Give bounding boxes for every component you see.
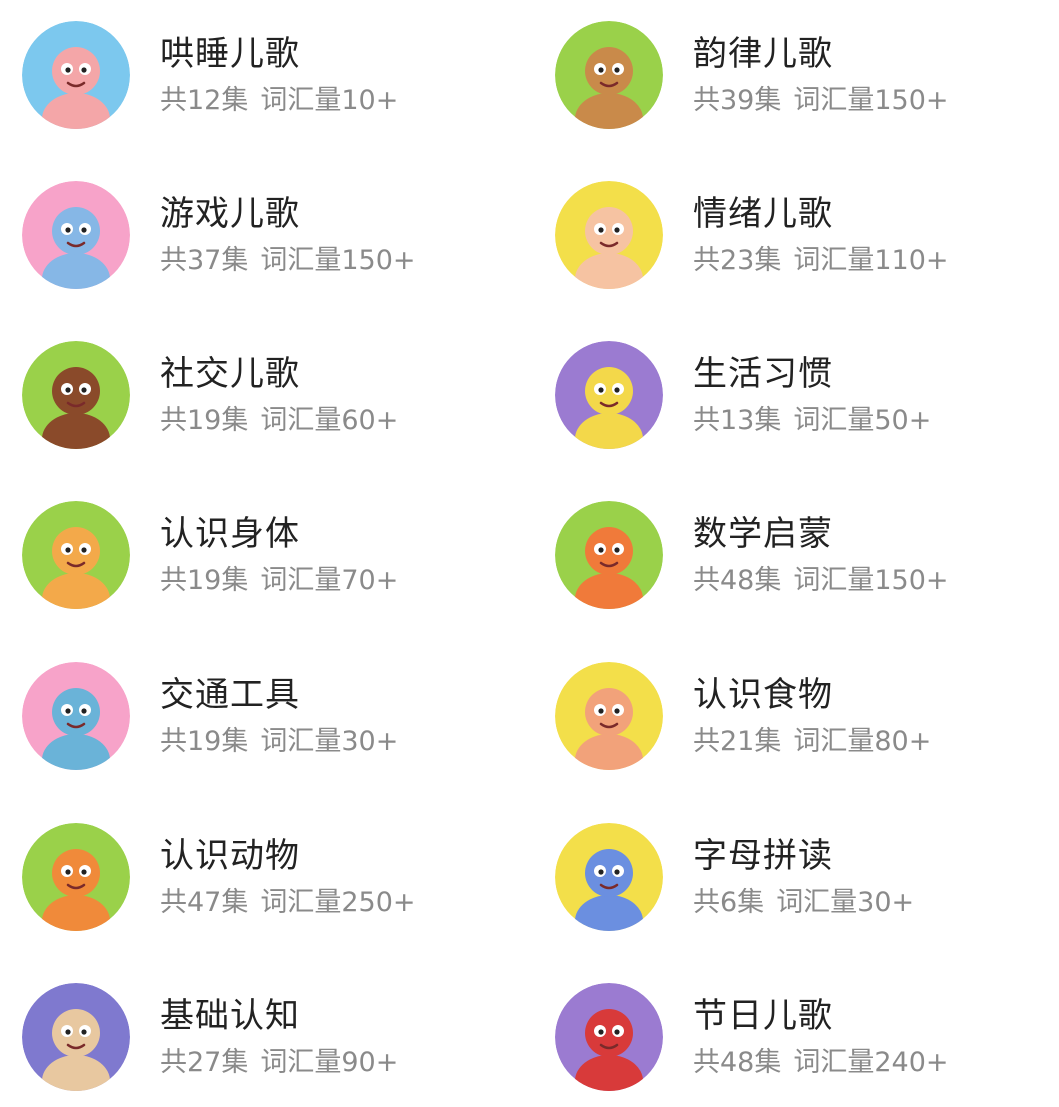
category-meta: 共21集 词汇量80+ [693, 725, 931, 759]
category-meta: 共19集 词汇量60+ [160, 404, 398, 438]
category-meta: 共39集 词汇量150+ [693, 84, 949, 118]
vocab-count: 词汇量60+ [260, 405, 399, 436]
vocab-count: 词汇量250+ [260, 887, 416, 918]
category-meta: 共12集 词汇量10+ [160, 84, 398, 118]
category-info: 哄睡儿歌 共12集 词汇量10+ [160, 32, 398, 118]
category-title: 哄睡儿歌 [160, 34, 300, 74]
category-meta: 共47集 词汇量250+ [160, 886, 416, 920]
category-title: 认识食物 [693, 675, 833, 715]
category-meta: 共48集 词汇量240+ [693, 1046, 949, 1080]
category-info: 交通工具 共19集 词汇量30+ [160, 673, 398, 759]
cat-violin-icon [22, 21, 130, 129]
category-title: 认识动物 [160, 836, 300, 876]
vocab-count: 词汇量80+ [793, 726, 932, 757]
girl-icecream-icon [555, 662, 663, 770]
category-title: 游戏儿歌 [160, 194, 300, 234]
vocab-count: 词汇量150+ [793, 565, 949, 596]
category-info: 认识食物 共21集 词汇量80+ [693, 673, 931, 759]
vocab-count: 词汇量150+ [260, 245, 416, 276]
category-title: 字母拼读 [693, 836, 833, 876]
episode-count: 共12集 [160, 85, 249, 116]
category-card-1[interactable]: 哄睡儿歌 共12集 词汇量10+ [22, 10, 522, 140]
episode-count: 共27集 [160, 1047, 249, 1078]
episode-count: 共23集 [693, 245, 782, 276]
category-card-4[interactable]: 情绪儿歌 共23集 词汇量110+ [555, 170, 1055, 300]
fox-icon [22, 501, 130, 609]
category-meta: 共13集 词汇量50+ [693, 404, 931, 438]
vocab-count: 词汇量30+ [260, 726, 399, 757]
vocab-count: 词汇量70+ [260, 565, 399, 596]
category-meta: 共37集 词汇量150+ [160, 244, 416, 278]
category-info: 情绪儿歌 共23集 词汇量110+ [693, 192, 949, 278]
cyclist-icon [22, 662, 130, 770]
category-info: 认识身体 共19集 词汇量70+ [160, 512, 398, 598]
category-title: 数学启蒙 [693, 514, 833, 554]
category-card-14[interactable]: 节日儿歌 共48集 词汇量240+ [555, 972, 1055, 1102]
category-meta: 共19集 词汇量30+ [160, 725, 398, 759]
category-grid: 哄睡儿歌 共12集 词汇量10+ 韵律儿歌 共39集 词汇量150+ 游戏儿歌 … [0, 0, 1059, 1107]
category-meta: 共19集 词汇量70+ [160, 564, 398, 598]
numbers-kid-icon [555, 501, 663, 609]
category-info: 认识动物 共47集 词汇量250+ [160, 834, 416, 920]
category-info: 基础认知 共27集 词汇量90+ [160, 994, 398, 1080]
category-card-10[interactable]: 认识食物 共21集 词汇量80+ [555, 651, 1055, 781]
category-title: 情绪儿歌 [693, 194, 833, 234]
category-info: 字母拼读 共6集 词汇量30+ [693, 834, 914, 920]
elephant-icon [22, 181, 130, 289]
episode-count: 共6集 [693, 887, 765, 918]
episode-count: 共48集 [693, 1047, 782, 1078]
category-info: 节日儿歌 共48集 词汇量240+ [693, 994, 949, 1080]
category-meta: 共27集 词汇量90+ [160, 1046, 398, 1080]
letter-b-icon [555, 823, 663, 931]
category-card-11[interactable]: 认识动物 共47集 词汇量250+ [22, 812, 522, 942]
category-card-2[interactable]: 韵律儿歌 共39集 词汇量150+ [555, 10, 1055, 140]
category-card-3[interactable]: 游戏儿歌 共37集 词汇量150+ [22, 170, 522, 300]
category-title: 交通工具 [160, 675, 300, 715]
category-card-5[interactable]: 社交儿歌 共19集 词汇量60+ [22, 330, 522, 460]
category-info: 生活习惯 共13集 词汇量50+ [693, 352, 931, 438]
boy-icon [555, 181, 663, 289]
vocab-count: 词汇量90+ [260, 1047, 399, 1078]
episode-count: 共37集 [160, 245, 249, 276]
category-title: 社交儿歌 [160, 354, 300, 394]
episode-count: 共13集 [693, 405, 782, 436]
category-info: 韵律儿歌 共39集 词汇量150+ [693, 32, 949, 118]
category-card-8[interactable]: 数学启蒙 共48集 词汇量150+ [555, 490, 1055, 620]
ostrich-icon [555, 21, 663, 129]
santa-icon [555, 983, 663, 1091]
vocab-count: 词汇量240+ [793, 1047, 949, 1078]
category-title: 生活习惯 [693, 354, 833, 394]
episode-count: 共19集 [160, 405, 249, 436]
vocab-count: 词汇量110+ [793, 245, 949, 276]
dinosaur-icon [22, 823, 130, 931]
category-title: 认识身体 [160, 514, 300, 554]
waving-kid-icon [22, 341, 130, 449]
category-meta: 共48集 词汇量150+ [693, 564, 949, 598]
category-card-12[interactable]: 字母拼读 共6集 词汇量30+ [555, 812, 1055, 942]
episode-count: 共48集 [693, 565, 782, 596]
category-title: 节日儿歌 [693, 996, 833, 1036]
vocab-count: 词汇量50+ [793, 405, 932, 436]
category-card-9[interactable]: 交通工具 共19集 词汇量30+ [22, 651, 522, 781]
category-card-6[interactable]: 生活习惯 共13集 词汇量50+ [555, 330, 1055, 460]
category-title: 基础认知 [160, 996, 300, 1036]
category-info: 数学启蒙 共48集 词汇量150+ [693, 512, 949, 598]
category-meta: 共23集 词汇量110+ [693, 244, 949, 278]
hooded-kid-icon [22, 983, 130, 1091]
category-info: 游戏儿歌 共37集 词汇量150+ [160, 192, 416, 278]
episode-count: 共19集 [160, 726, 249, 757]
category-card-7[interactable]: 认识身体 共19集 词汇量70+ [22, 490, 522, 620]
vocab-count: 词汇量150+ [793, 85, 949, 116]
episode-count: 共39集 [693, 85, 782, 116]
category-meta: 共6集 词汇量30+ [693, 886, 914, 920]
episode-count: 共19集 [160, 565, 249, 596]
monster-icon [555, 341, 663, 449]
episode-count: 共21集 [693, 726, 782, 757]
vocab-count: 词汇量30+ [776, 887, 915, 918]
category-title: 韵律儿歌 [693, 34, 833, 74]
episode-count: 共47集 [160, 887, 249, 918]
category-info: 社交儿歌 共19集 词汇量60+ [160, 352, 398, 438]
vocab-count: 词汇量10+ [260, 85, 399, 116]
category-card-13[interactable]: 基础认知 共27集 词汇量90+ [22, 972, 522, 1102]
